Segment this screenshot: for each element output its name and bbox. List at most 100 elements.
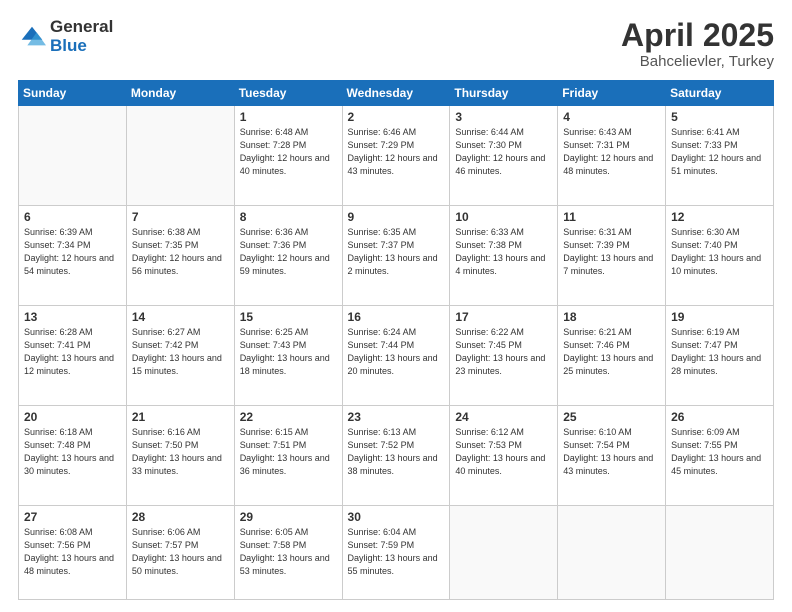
table-row: [558, 505, 666, 599]
day-number: 17: [455, 310, 552, 324]
table-row: 23Sunrise: 6:13 AM Sunset: 7:52 PM Dayli…: [342, 405, 450, 505]
table-row: 30 Sunrise: 6:04 AM Sunset: 7:59 PM Dayli…: [342, 505, 450, 599]
day-info: Sunrise: 6:44 AM Sunset: 7:30 PM Dayligh…: [455, 126, 552, 178]
logo-icon: [18, 23, 46, 51]
day-number: 21: [132, 410, 229, 424]
day-number: 18: [563, 310, 660, 324]
logo-blue: Blue: [50, 37, 113, 56]
table-row: 8 Sunrise: 6:36 AM Sunset: 7:36 PM Daylig…: [234, 206, 342, 306]
day-number: 12: [671, 210, 768, 224]
day-number: 28: [132, 510, 229, 524]
day-info: Sunrise: 6:48 AM Sunset: 7:28 PM Dayligh…: [240, 126, 337, 178]
day-number: 1: [240, 110, 337, 124]
day-info: Sunrise: 6:35 AM Sunset: 7:37 PM Dayligh…: [348, 226, 445, 278]
table-row: 7 Sunrise: 6:38 AM Sunset: 7:35 PM Daylig…: [126, 206, 234, 306]
table-row: 22 Sunrise: 6:15 AM Sunset: 7:51 PM Dayli…: [234, 405, 342, 505]
day-number: 3: [455, 110, 552, 124]
table-row: [450, 505, 558, 599]
table-row: 3 Sunrise: 6:44 AM Sunset: 7:30 PM Daylig…: [450, 106, 558, 206]
day-number: 7: [132, 210, 229, 224]
table-row: [666, 505, 774, 599]
calendar-week-row: 13 Sunrise: 6:28 AM Sunset: 7:41 PM Dayli…: [19, 306, 774, 406]
day-info: Sunrise: 6:22 AM Sunset: 7:45 PM Dayligh…: [455, 326, 552, 378]
day-number: 6: [24, 210, 121, 224]
header-tuesday: Tuesday: [234, 81, 342, 106]
day-number: 19: [671, 310, 768, 324]
table-row: 13 Sunrise: 6:28 AM Sunset: 7:41 PM Dayli…: [19, 306, 127, 406]
day-info: Sunrise: 6:28 AM Sunset: 7:41 PM Dayligh…: [24, 326, 121, 378]
day-info: Sunrise: 6:46 AM Sunset: 7:29 PM Dayligh…: [348, 126, 445, 178]
day-number: 5: [671, 110, 768, 124]
day-info: Sunrise: 6:08 AM Sunset: 7:56 PM Dayligh…: [24, 526, 121, 578]
table-row: 16 Sunrise: 6:24 AM Sunset: 7:44 PM Dayli…: [342, 306, 450, 406]
calendar-week-row: 6 Sunrise: 6:39 AM Sunset: 7:34 PM Daylig…: [19, 206, 774, 306]
calendar-week-row: 27Sunrise: 6:08 AM Sunset: 7:56 PM Dayli…: [19, 505, 774, 599]
day-info: Sunrise: 6:09 AM Sunset: 7:55 PM Dayligh…: [671, 426, 768, 478]
day-info: Sunrise: 6:41 AM Sunset: 7:33 PM Dayligh…: [671, 126, 768, 178]
day-number: 15: [240, 310, 337, 324]
day-info: Sunrise: 6:18 AM Sunset: 7:48 PM Dayligh…: [24, 426, 121, 478]
day-info: Sunrise: 6:04 AM Sunset: 7:59 PM Dayligh…: [348, 526, 445, 578]
title-block: April 2025 Bahcelievler, Turkey: [621, 18, 774, 70]
table-row: 20Sunrise: 6:18 AM Sunset: 7:48 PM Dayli…: [19, 405, 127, 505]
day-number: 29: [240, 510, 337, 524]
day-info: Sunrise: 6:39 AM Sunset: 7:34 PM Dayligh…: [24, 226, 121, 278]
day-info: Sunrise: 6:05 AM Sunset: 7:58 PM Dayligh…: [240, 526, 337, 578]
table-row: 15 Sunrise: 6:25 AM Sunset: 7:43 PM Dayli…: [234, 306, 342, 406]
table-row: [19, 106, 127, 206]
table-row: 9 Sunrise: 6:35 AM Sunset: 7:37 PM Daylig…: [342, 206, 450, 306]
table-row: 6 Sunrise: 6:39 AM Sunset: 7:34 PM Daylig…: [19, 206, 127, 306]
calendar-week-row: 1 Sunrise: 6:48 AM Sunset: 7:28 PM Daylig…: [19, 106, 774, 206]
day-number: 4: [563, 110, 660, 124]
day-number: 2: [348, 110, 445, 124]
table-row: 11 Sunrise: 6:31 AM Sunset: 7:39 PM Dayli…: [558, 206, 666, 306]
day-info: Sunrise: 6:10 AM Sunset: 7:54 PM Dayligh…: [563, 426, 660, 478]
day-info: Sunrise: 6:31 AM Sunset: 7:39 PM Dayligh…: [563, 226, 660, 278]
day-info: Sunrise: 6:27 AM Sunset: 7:42 PM Dayligh…: [132, 326, 229, 378]
day-info: Sunrise: 6:15 AM Sunset: 7:51 PM Dayligh…: [240, 426, 337, 478]
title-location: Bahcelievler, Turkey: [621, 53, 774, 70]
day-number: 8: [240, 210, 337, 224]
day-number: 13: [24, 310, 121, 324]
day-number: 22: [240, 410, 337, 424]
table-row: 1 Sunrise: 6:48 AM Sunset: 7:28 PM Daylig…: [234, 106, 342, 206]
day-info: Sunrise: 6:43 AM Sunset: 7:31 PM Dayligh…: [563, 126, 660, 178]
day-info: Sunrise: 6:24 AM Sunset: 7:44 PM Dayligh…: [348, 326, 445, 378]
day-info: Sunrise: 6:36 AM Sunset: 7:36 PM Dayligh…: [240, 226, 337, 278]
title-month: April 2025: [621, 18, 774, 53]
table-row: 18Sunrise: 6:21 AM Sunset: 7:46 PM Dayli…: [558, 306, 666, 406]
table-row: 28Sunrise: 6:06 AM Sunset: 7:57 PM Dayli…: [126, 505, 234, 599]
logo-general: General: [50, 18, 113, 37]
table-row: 24Sunrise: 6:12 AM Sunset: 7:53 PM Dayli…: [450, 405, 558, 505]
calendar-week-row: 20Sunrise: 6:18 AM Sunset: 7:48 PM Dayli…: [19, 405, 774, 505]
day-number: 25: [563, 410, 660, 424]
table-row: 12 Sunrise: 6:30 AM Sunset: 7:40 PM Dayli…: [666, 206, 774, 306]
day-info: Sunrise: 6:33 AM Sunset: 7:38 PM Dayligh…: [455, 226, 552, 278]
table-row: 14 Sunrise: 6:27 AM Sunset: 7:42 PM Dayli…: [126, 306, 234, 406]
calendar-table: Sunday Monday Tuesday Wednesday Thursday…: [18, 80, 774, 600]
header-thursday: Thursday: [450, 81, 558, 106]
table-row: 29 Sunrise: 6:05 AM Sunset: 7:58 PM Dayli…: [234, 505, 342, 599]
header-wednesday: Wednesday: [342, 81, 450, 106]
day-info: Sunrise: 6:16 AM Sunset: 7:50 PM Dayligh…: [132, 426, 229, 478]
day-number: 11: [563, 210, 660, 224]
table-row: 4 Sunrise: 6:43 AM Sunset: 7:31 PM Daylig…: [558, 106, 666, 206]
table-row: 27Sunrise: 6:08 AM Sunset: 7:56 PM Dayli…: [19, 505, 127, 599]
table-row: 17 Sunrise: 6:22 AM Sunset: 7:45 PM Dayli…: [450, 306, 558, 406]
day-number: 30: [348, 510, 445, 524]
logo-text: General Blue: [50, 18, 113, 55]
day-info: Sunrise: 6:25 AM Sunset: 7:43 PM Dayligh…: [240, 326, 337, 378]
table-row: 25 Sunrise: 6:10 AM Sunset: 7:54 PM Dayli…: [558, 405, 666, 505]
table-row: 10Sunrise: 6:33 AM Sunset: 7:38 PM Dayli…: [450, 206, 558, 306]
day-number: 16: [348, 310, 445, 324]
day-number: 14: [132, 310, 229, 324]
day-info: Sunrise: 6:30 AM Sunset: 7:40 PM Dayligh…: [671, 226, 768, 278]
header-monday: Monday: [126, 81, 234, 106]
day-number: 9: [348, 210, 445, 224]
table-row: 5 Sunrise: 6:41 AM Sunset: 7:33 PM Daylig…: [666, 106, 774, 206]
table-row: 2 Sunrise: 6:46 AM Sunset: 7:29 PM Daylig…: [342, 106, 450, 206]
day-number: 24: [455, 410, 552, 424]
weekday-header-row: Sunday Monday Tuesday Wednesday Thursday…: [19, 81, 774, 106]
table-row: 26Sunrise: 6:09 AM Sunset: 7:55 PM Dayli…: [666, 405, 774, 505]
day-info: Sunrise: 6:38 AM Sunset: 7:35 PM Dayligh…: [132, 226, 229, 278]
